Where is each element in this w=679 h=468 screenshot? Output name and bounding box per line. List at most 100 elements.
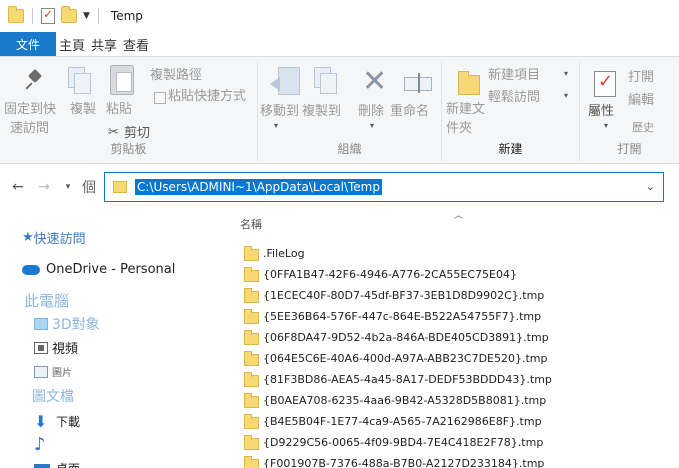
open-group-label: 打開 xyxy=(617,142,642,156)
file-name: {5EE36B64-576F-447c-864E-B522A54755F7}.t… xyxy=(263,310,542,323)
new-folder-label-2: 件夾 xyxy=(446,121,473,136)
address-input[interactable]: C:\Users\ADMINI~1\AppData\Local\Temp xyxy=(135,179,382,195)
list-item[interactable]: {81F3BD86-AEA5-4a45-8A17-DEDF53BDDD43}.t… xyxy=(244,369,552,390)
paste-shortcut-button[interactable]: 粘貼快捷方式 xyxy=(168,88,246,105)
list-item[interactable]: .FileLog xyxy=(244,243,305,264)
nav-item-label: 視頻 xyxy=(52,342,79,357)
properties-icon xyxy=(594,71,616,97)
new-folder-icon xyxy=(458,71,480,95)
rename-icon xyxy=(404,73,432,93)
pin-to-quick-access-label-2: 速訪問 xyxy=(10,121,50,136)
properties-button[interactable]: 屬性 xyxy=(588,103,614,120)
folder-icon xyxy=(244,434,259,450)
nav-item-label: 此電腦 xyxy=(24,292,70,310)
open-group: 屬性 ▾ 打開 編輯 歷史 打開 xyxy=(580,61,679,161)
tab-home[interactable]: 主頁 xyxy=(56,32,88,56)
move-to-button[interactable]: 移動到 xyxy=(260,103,299,120)
navigation-pane: ★ 快速訪問 OneDrive - Personal 此電腦 3D對象 視頻 圖… xyxy=(0,208,222,468)
chevron-down-icon: ▾ xyxy=(564,91,569,100)
clipboard-group: 固定到快 速訪問 複製 粘貼 複製路徑 粘貼快捷方式 ✂ 剪切 剪貼板 xyxy=(0,61,258,161)
folder-icon xyxy=(244,329,259,345)
nav-item-music[interactable]: ♪ xyxy=(34,434,56,455)
nav-item-this-pc[interactable]: 此電腦 xyxy=(24,290,69,311)
rename-button[interactable]: 重命名 xyxy=(390,103,429,120)
ribbon: 固定到快 速訪問 複製 粘貼 複製路徑 粘貼快捷方式 ✂ 剪切 剪貼板 移動到 … xyxy=(0,56,679,164)
nav-fragment-text: 個 xyxy=(82,180,96,196)
paste-icon xyxy=(110,65,134,95)
tab-file[interactable]: 文件 xyxy=(0,32,56,56)
list-item[interactable]: {D9229C56-0065-4f09-9BD4-7E4C418E2F78}.t… xyxy=(244,432,543,453)
pin-icon xyxy=(26,71,42,91)
ribbon-tabs: 文件 主頁 共享 查看 xyxy=(0,32,679,56)
file-name: {1ECEC40F-80D7-45df-BF37-3EB1D8D9902C}.t… xyxy=(263,289,545,302)
folder-icon xyxy=(244,371,259,387)
file-name: {B4E5B04F-1E77-4ca9-A565-7A2162986E8F}.t… xyxy=(263,415,542,428)
move-to-icon xyxy=(270,67,300,97)
history-button[interactable]: 歷史 xyxy=(632,119,654,136)
picture-icon xyxy=(34,365,48,378)
nav-item-label: 桌面 xyxy=(56,460,80,468)
copy-to-icon xyxy=(314,67,337,94)
delete-button[interactable]: 刪除 xyxy=(358,103,384,120)
file-name: {064E5C6E-40A6-400d-A97A-ABB23C7DE520}.t… xyxy=(263,352,548,365)
divider xyxy=(32,8,33,24)
recent-locations-chevron-icon[interactable]: ▾ xyxy=(58,182,78,192)
cloud-icon xyxy=(22,264,40,275)
properties-icon[interactable] xyxy=(41,7,55,24)
quick-access-dropdown-icon[interactable]: ▼ xyxy=(83,11,90,21)
nav-item-downloads[interactable]: ⬇ 下載 xyxy=(34,412,80,431)
edit-button[interactable]: 編輯 xyxy=(628,92,654,109)
new-item-button[interactable]: 新建項目 xyxy=(488,67,540,84)
list-item[interactable]: {0FFA1B47-42F6-4946-A776-2CA55EC75E04} xyxy=(244,264,517,285)
list-item[interactable]: {1ECEC40F-80D7-45df-BF37-3EB1D8D9902C}.t… xyxy=(244,285,544,306)
column-header-name[interactable]: 名稱 xyxy=(240,216,262,232)
list-item[interactable]: {F001907B-7376-488a-B7B0-A2127D233184}.t… xyxy=(244,453,544,468)
easy-access-button[interactable]: 輕鬆訪問 xyxy=(488,89,540,106)
chevron-down-icon: ▾ xyxy=(564,69,569,78)
nav-item-videos[interactable]: 視頻 xyxy=(34,338,78,357)
folder-icon xyxy=(244,455,259,468)
tab-share[interactable]: 共享 xyxy=(88,32,120,56)
open-button[interactable]: 打開 xyxy=(628,69,654,86)
copy-to-button[interactable]: 複製到 xyxy=(302,103,341,120)
nav-item-label: 快速訪問 xyxy=(33,232,86,247)
chevron-down-icon: ▾ xyxy=(274,121,279,130)
list-item[interactable]: {064E5C6E-40A6-400d-A97A-ABB23C7DE520}.t… xyxy=(244,348,548,369)
music-note-icon: ♪ xyxy=(34,434,46,455)
nav-item-onedrive[interactable]: OneDrive - Personal xyxy=(22,262,175,277)
folder-icon xyxy=(113,181,127,193)
list-item[interactable]: {06F8DA47-9D52-4b2a-846A-BDE405CD3891}.t… xyxy=(244,327,549,348)
nav-item-label: 3D對象 xyxy=(52,317,100,333)
organize-group-label: 組織 xyxy=(337,142,362,156)
nav-item-pictures[interactable]: 圖片 xyxy=(34,364,72,379)
copy-button[interactable]: 複製 xyxy=(70,101,96,118)
new-folder-button[interactable]: 新建文 xyxy=(446,101,485,118)
divider xyxy=(97,8,99,24)
file-name: {D9229C56-0065-4f09-9BD4-7E4C418E2F78}.t… xyxy=(263,436,544,449)
folder-icon xyxy=(244,350,259,366)
delete-icon: ✕ xyxy=(362,64,388,99)
cube-icon xyxy=(34,318,48,330)
pin-to-quick-access-button[interactable]: 固定到快 xyxy=(4,101,56,118)
file-name: .FileLog xyxy=(263,247,305,260)
nav-item-quick-access[interactable]: ★ 快速訪問 xyxy=(22,228,86,247)
nav-item-documents[interactable]: 圖文檔 xyxy=(32,386,74,406)
folder-icon xyxy=(244,287,259,303)
forward-arrow-icon[interactable]: → xyxy=(34,179,54,195)
list-item[interactable]: {B4E5B04F-1E77-4ca9-A565-7A2162986E8F}.t… xyxy=(244,411,542,432)
back-arrow-icon[interactable]: ← xyxy=(8,179,28,195)
paste-button[interactable]: 粘貼 xyxy=(106,101,132,118)
chevron-down-icon[interactable]: ⌄ xyxy=(646,180,655,193)
list-item[interactable]: {B0AEA708-6235-4aa6-9B42-A5328D5B8081}.t… xyxy=(244,390,546,411)
new-folder-icon[interactable] xyxy=(61,6,77,23)
copy-icon xyxy=(68,67,91,94)
star-icon: ★ xyxy=(22,230,34,245)
list-item[interactable]: {5EE36B64-576F-447c-864E-B522A54755F7}.t… xyxy=(244,306,541,327)
nav-item-3d-objects[interactable]: 3D對象 xyxy=(34,314,100,334)
sort-ascending-icon: ︿ xyxy=(454,211,464,221)
folder-icon xyxy=(244,266,259,282)
copy-path-button[interactable]: 複製路徑 xyxy=(150,67,202,84)
nav-item-desktop[interactable]: 桌面 xyxy=(34,460,80,468)
address-bar[interactable]: C:\Users\ADMINI~1\AppData\Local\Temp ⌄ xyxy=(104,172,664,202)
tab-view[interactable]: 查看 xyxy=(120,32,152,56)
